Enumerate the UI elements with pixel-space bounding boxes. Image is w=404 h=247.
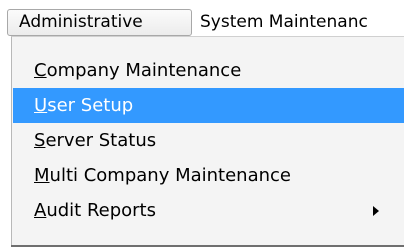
menu-item-company-maintenance[interactable]: Company Maintenance [13,53,404,88]
mnemonic-letter: C [34,60,47,81]
mnemonic-letter: A [34,200,47,221]
submenu-arrow-icon [373,206,379,216]
mnemonic-letter: M [34,165,50,186]
menu-item-server-status-label: Server Status [34,123,156,158]
menu-item-text: ser Setup [47,95,134,116]
screen: Administrative System Maintenanc Company… [0,0,404,247]
menu-item-company-maintenance-label: Company Maintenance [34,53,241,88]
menu-item-server-status[interactable]: Server Status [13,123,404,158]
menu-item-multi-company-maintenance[interactable]: Multi Company Maintenance [13,158,404,193]
menu-item-text: ompany Maintenance [46,60,242,81]
menu-item-text: erver Status [45,130,157,151]
menu-system-maintenance-label: System Maintenanc [200,12,368,32]
menu-item-text: ulti Company Maintenance [49,165,291,186]
menu-administrative[interactable]: Administrative [7,9,192,36]
menu-administrative-label: Administrative [19,12,143,32]
menu-bar: Administrative System Maintenanc [0,0,404,39]
menu-item-multi-company-maintenance-label: Multi Company Maintenance [34,158,291,193]
mnemonic-letter: U [34,95,48,116]
administrative-dropdown-menu: Company Maintenance User Setup Server St… [11,36,404,247]
mnemonic-letter: S [34,130,46,151]
menu-item-text: udit Reports [46,200,156,221]
menu-item-user-setup-label: User Setup [34,88,133,123]
menu-item-audit-reports[interactable]: Audit Reports [13,193,404,228]
menu-item-audit-reports-label: Audit Reports [34,193,156,228]
menu-system-maintenance[interactable]: System Maintenanc [200,9,404,36]
menu-item-user-setup[interactable]: User Setup [13,88,404,123]
